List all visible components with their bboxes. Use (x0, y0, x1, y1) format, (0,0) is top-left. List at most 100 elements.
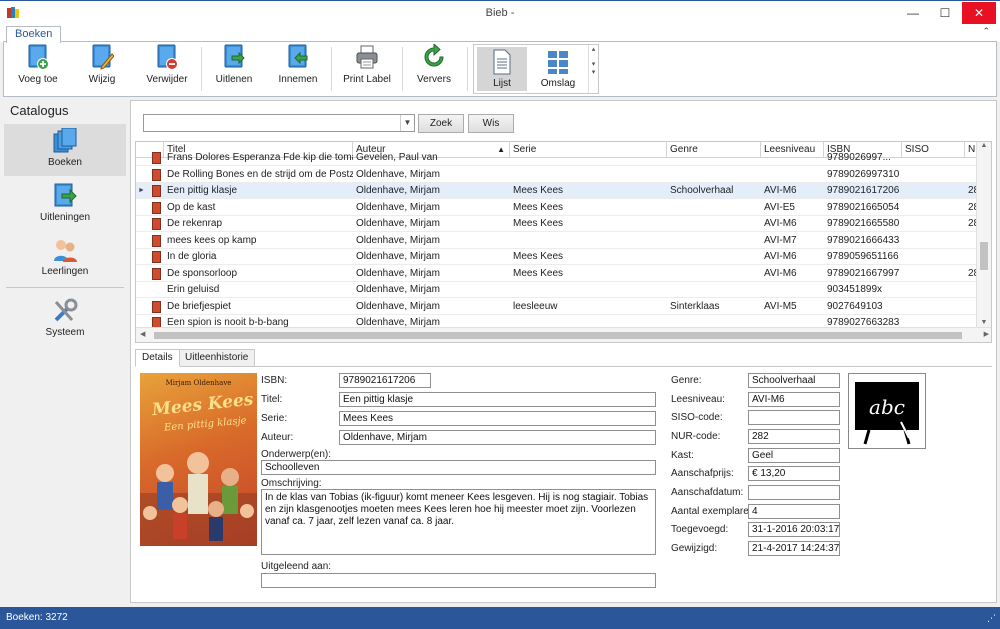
lending-icon (54, 183, 77, 207)
table-row[interactable]: Frans Dolores Esperanza Fde kip die toma… (136, 150, 976, 166)
ribbon: Voeg toe Wijzig Verwijder Uitlenen Innem… (3, 41, 997, 97)
leesniveau-field[interactable]: AVI-M6 (748, 392, 840, 407)
scroll-left-icon[interactable]: ◀ (140, 330, 145, 338)
table-row[interactable]: In de gloria Oldenhave, Mirjam Mees Kees AV… (136, 249, 976, 265)
return-book-button[interactable]: Innemen (274, 44, 322, 94)
scrollbar-thumb[interactable] (154, 332, 962, 339)
cell-genre: Schoolverhaal (670, 185, 734, 196)
vertical-scrollbar[interactable]: ▲ ▼ (976, 142, 991, 327)
table-row[interactable]: De Rolling Bones en de strijd om de Post… (136, 167, 976, 183)
toegevoegd-field: 31-1-2016 20:03:17 (748, 522, 840, 537)
add-book-label: Voeg toe (18, 74, 58, 85)
students-icon (54, 240, 77, 262)
titel-field[interactable]: Een pittig klasje (339, 392, 656, 407)
books-icon (53, 128, 77, 153)
uitgeleend-field[interactable] (261, 573, 656, 588)
scrollbar-thumb[interactable] (980, 242, 988, 270)
table-row[interactable]: Erin geluisd Oldenhave, Mirjam 903451899x (136, 282, 976, 298)
scroll-down-icon[interactable]: ▼ (977, 319, 991, 326)
kast-field[interactable]: Geel (748, 448, 840, 463)
cell-niveau: AVI-M6 (764, 185, 797, 196)
scroll-right-icon[interactable]: ▶ (984, 330, 989, 338)
cell-serie: Mees Kees (513, 251, 564, 262)
chevron-down-icon[interactable]: ▼ (400, 115, 414, 131)
cell-titel: De sponsorloop (167, 267, 238, 279)
minimize-button[interactable]: — (898, 2, 928, 24)
cell-titel: De Rolling Bones en de strijd om de Post… (167, 168, 353, 180)
lend-book-button[interactable]: Uitlenen (210, 44, 258, 94)
search-input[interactable]: ▼ (143, 114, 415, 132)
cell-genre (667, 266, 761, 282)
maximize-button[interactable]: ☐ (930, 2, 960, 24)
window-title: Bieb - (485, 7, 515, 19)
table-row[interactable]: De rekenrap Oldenhave, Mirjam Mees Kees AVI… (136, 216, 977, 232)
nav-item-leerlingen[interactable]: Leerlingen (4, 233, 126, 285)
clear-button[interactable]: Wis (468, 114, 514, 133)
horizontal-scrollbar[interactable]: ◀ ▶ (136, 327, 991, 342)
tab-boeken[interactable]: Boeken (6, 26, 62, 43)
refresh-button[interactable]: Ververs (410, 44, 458, 94)
serie-field[interactable]: Mees Kees (339, 411, 656, 426)
isbn-field[interactable]: 9789021617206 (339, 373, 431, 388)
cell-siso (902, 167, 965, 183)
gallery-scroll[interactable]: ▴ ▾ ▾ (588, 45, 598, 93)
table-row[interactable]: ► Een pittig klasje Oldenhave, Mirjam Mees … (136, 183, 977, 199)
table-row[interactable]: mees kees op kamp Oldenhave, Mirjam AVI-M7… (136, 233, 976, 249)
cell-titel: Frans Dolores Esperanza Fde kip die toma… (167, 152, 353, 163)
nav-item-systeem[interactable]: Systeem (4, 294, 126, 346)
genre-field[interactable]: Schoolverhaal (748, 373, 840, 388)
table-row[interactable]: De briefjespiet Oldenhave, Mirjam leesleeu… (136, 299, 976, 315)
cell-genre (667, 200, 761, 216)
ribbon-collapse-icon[interactable]: ⌃ (982, 26, 990, 37)
tools-icon (54, 298, 78, 322)
cell-isbn: 9789021665054 (827, 201, 900, 213)
nav-item-boeken[interactable]: Boeken (4, 124, 126, 176)
siso-field[interactable] (748, 410, 840, 425)
ribbon-separator (201, 47, 202, 91)
nav-item-uitleningen[interactable]: Uitleningen (4, 179, 126, 231)
delete-book-button[interactable]: Verwijder (141, 44, 193, 94)
auteur-field[interactable]: Oldenhave, Mirjam (339, 430, 656, 445)
edit-book-button[interactable]: Wijzig (80, 44, 124, 94)
cell-niveau: AVI-M6 (764, 251, 797, 262)
print-label-button[interactable]: Print Label (339, 44, 395, 94)
cell-titel: In de gloria (167, 251, 217, 262)
book-return-icon (288, 44, 308, 68)
book-thumbnail-icon (152, 185, 161, 197)
tab-details[interactable]: Details (135, 349, 180, 367)
print-label-label: Print Label (343, 74, 391, 85)
view-cover-label: Omslag (540, 78, 576, 89)
view-cover-button[interactable]: Omslag (533, 47, 583, 91)
scroll-up-icon[interactable]: ▲ (977, 142, 991, 149)
cell-isbn: 9789021666433 (827, 234, 900, 246)
cell-isbn: 9789021667997 (827, 267, 900, 279)
resize-grip-icon[interactable]: ⋰ (987, 607, 996, 629)
title-bar: Bieb - — ☐ ✕ (0, 0, 1000, 24)
cell-titel: De briefjespiet (167, 300, 231, 312)
onderwerp-field[interactable]: Schoolleven (261, 460, 656, 475)
nur-field[interactable]: 282 (748, 429, 840, 444)
cell-niveau: AVI-M6 (764, 267, 797, 279)
prijs-field[interactable]: € 13,20 (748, 466, 840, 481)
view-list-button[interactable]: Lijst (477, 47, 527, 91)
cell-isbn: 9789021665580 (827, 218, 900, 229)
cover-author: Mirjam Oldenhave (165, 379, 232, 387)
prijs-label: Aanschafprijs: (671, 468, 734, 479)
search-button[interactable]: Zoek (418, 114, 464, 133)
omschrijving-field[interactable]: In de klas van Tobias (ik-figuur) komt m… (261, 489, 656, 555)
book-thumbnail-icon (152, 267, 161, 280)
cell-auteur: Oldenhave, Mirjam (356, 267, 440, 279)
table-row[interactable]: Op de kast Oldenhave, Mirjam Mees Kees AVI-… (136, 200, 977, 216)
cell-genre (667, 150, 761, 166)
close-button[interactable]: ✕ (962, 2, 996, 24)
add-book-button[interactable]: Voeg toe (14, 44, 62, 94)
cell-isbn: 9789026997310 (827, 168, 900, 180)
cell-serie (510, 233, 667, 249)
aanschafdatum-field[interactable] (748, 485, 840, 500)
current-row-icon: ► (138, 187, 145, 194)
onderwerp-label: Onderwerp(en): (261, 449, 332, 460)
exemplaren-field[interactable]: 4 (748, 504, 840, 519)
table-row[interactable]: De sponsorloop Oldenhave, Mirjam Mees Kees… (136, 266, 977, 282)
book-thumbnail-icon (152, 218, 161, 230)
tab-uitleenhistorie[interactable]: Uitleenhistorie (178, 349, 256, 367)
